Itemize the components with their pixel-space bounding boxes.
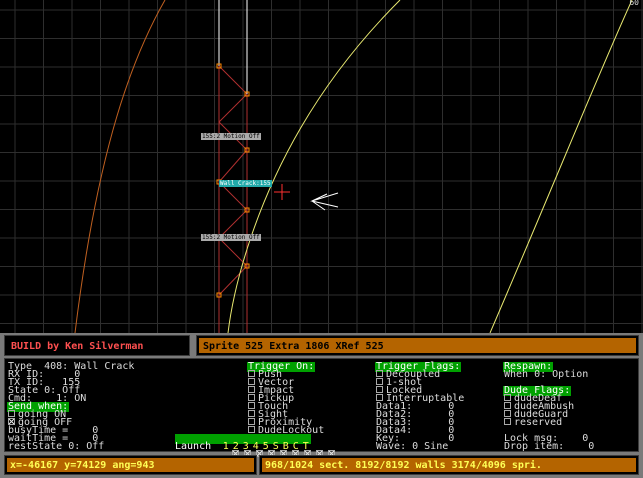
crosshair-icon: [274, 184, 290, 200]
orange-curve-line: [74, 0, 166, 333]
dude-flag-checkbox[interactable]: [504, 393, 511, 401]
trigger-on-checkbox[interactable]: [248, 417, 255, 425]
sprite-info: Sprite 525 Extra 1806 XRef 525: [203, 341, 384, 352]
dude-flag-checkbox[interactable]: [504, 409, 511, 417]
yellow-curve-line-right: [489, 0, 633, 333]
wave-field[interactable]: Wave: 0 Sine: [376, 442, 448, 452]
trigger-flag-checkbox[interactable]: [376, 369, 383, 377]
status-counts-box: 968/1024 sect. 8192/8192 walls 3174/4096…: [259, 455, 639, 475]
map-canvas[interactable]: [0, 0, 643, 333]
dude-flag-checkbox[interactable]: [504, 417, 511, 425]
trigger-flag-checkbox[interactable]: [376, 393, 383, 401]
trigger-flag-checkbox[interactable]: [376, 385, 383, 393]
editor-panel: BUILD by Ken Silverman Sprite 525 Extra …: [0, 333, 643, 478]
status-coords: x=-46167 y=74129 ang=943: [10, 460, 155, 471]
map-viewport[interactable]: 60 155:2 Motion Off Wall Crack:155 155:2…: [0, 0, 643, 333]
wall-tag-upper[interactable]: 155:2 Motion Off: [201, 133, 261, 140]
mouse-arrow-icon: [310, 192, 339, 211]
dude-flag-option[interactable]: reserved: [504, 417, 563, 428]
status-counts: 968/1024 sect. 8192/8192 walls 3174/4096…: [265, 460, 542, 471]
properties-box: Type 408: Wall Crack RX ID: 0 TX ID: 155…: [4, 358, 639, 457]
zoom-readout: 60: [629, 0, 639, 7]
trigger-on-checkbox[interactable]: [248, 385, 255, 393]
trigger-on-checkbox[interactable]: [248, 401, 255, 409]
title-box: BUILD by Ken Silverman: [4, 335, 190, 356]
drop-item-field[interactable]: Drop item: 0: [504, 442, 594, 452]
wall-tag-lower[interactable]: 155:2 Motion Off: [201, 234, 261, 241]
map-grid: [0, 0, 643, 333]
sprite-info-box: Sprite 525 Extra 1806 XRef 525: [196, 335, 639, 356]
dude-flag-label: reserved: [514, 417, 563, 428]
trigger-on-checkbox[interactable]: [248, 369, 255, 377]
trigger-on-checkbox[interactable]: [248, 393, 255, 401]
trigger-on-checkbox[interactable]: [248, 409, 255, 417]
launch-label: Launch: [175, 441, 212, 452]
trigger-on-checkbox[interactable]: [248, 377, 255, 385]
trigger-flag-checkbox[interactable]: [376, 377, 383, 385]
launch-key[interactable]: 1: [221, 442, 231, 452]
reststate-field[interactable]: restState 0: Off: [8, 442, 104, 452]
app-title: BUILD by Ken Silverman: [11, 341, 144, 352]
dude-flag-checkbox[interactable]: [504, 401, 511, 409]
yellow-curve-line-left: [227, 0, 401, 333]
status-coords-box: x=-46167 y=74129 ang=943: [4, 455, 257, 475]
sprite-tag[interactable]: Wall Crack:155: [219, 180, 272, 187]
respawn-field[interactable]: When 0: Option: [504, 370, 588, 380]
going-on-checkbox[interactable]: [8, 409, 15, 417]
going-off-checkbox[interactable]: [8, 417, 15, 425]
trigger-on-checkbox[interactable]: [248, 425, 255, 433]
launch-row: Launch 12345SBCT: [175, 434, 311, 452]
